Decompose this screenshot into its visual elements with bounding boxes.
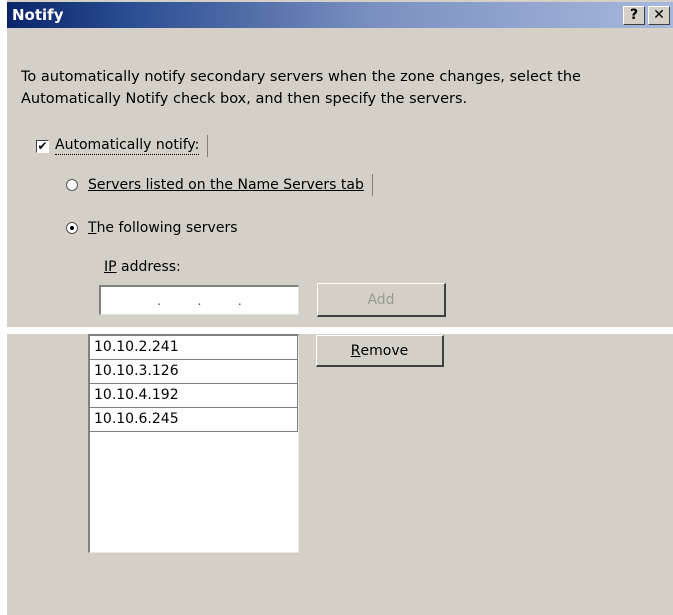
radio-button[interactable] xyxy=(66,179,78,191)
list-item[interactable]: 10.10.2.241 xyxy=(90,336,298,360)
check-mark-icon: ✔ xyxy=(37,139,48,153)
window-title: Notify xyxy=(12,6,64,24)
radio-following-label: The following servers xyxy=(88,220,238,236)
radio-name-servers-tab[interactable]: Servers listed on the Name Servers tab xyxy=(66,174,373,196)
close-icon: ✕ xyxy=(653,7,665,23)
description-text: To automatically notify secondary server… xyxy=(21,69,581,107)
auto-notify-checkbox[interactable]: ✔ xyxy=(36,139,49,153)
ip-address-input[interactable]: . . . xyxy=(99,285,299,315)
title-bar[interactable]: Notify ? ✕ xyxy=(7,2,673,28)
dialog-top-panel xyxy=(7,0,673,327)
radio-button-selected[interactable] xyxy=(66,222,78,234)
add-button[interactable]: Add xyxy=(317,283,446,317)
auto-notify-checkbox-row[interactable]: ✔ Automatically notify: xyxy=(36,135,209,157)
remove-button[interactable]: Remove xyxy=(316,335,444,367)
list-item[interactable]: 10.10.4.192 xyxy=(90,384,298,408)
radio-following-servers[interactable]: The following servers xyxy=(66,217,238,239)
servers-list[interactable]: 10.10.2.241 10.10.3.126 10.10.4.192 10.1… xyxy=(88,334,299,553)
ip-dot: . xyxy=(197,293,202,308)
list-item[interactable]: 10.10.3.126 xyxy=(90,360,298,384)
radio-name-servers-label: Servers listed on the Name Servers tab xyxy=(88,177,364,193)
help-button[interactable]: ? xyxy=(623,5,645,25)
ip-dot: . xyxy=(157,293,162,308)
ip-address-label: IP address: xyxy=(104,259,181,275)
auto-notify-label: Automatically notify: xyxy=(55,137,200,155)
list-item[interactable]: 10.10.6.245 xyxy=(90,408,298,432)
close-button[interactable]: ✕ xyxy=(648,5,670,25)
ip-dot: . xyxy=(237,293,242,308)
